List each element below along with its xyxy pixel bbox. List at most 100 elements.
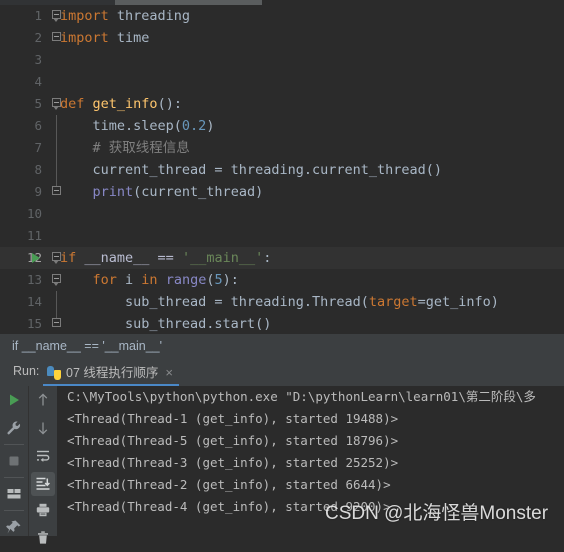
run-tab[interactable]: 07 线程执行顺序 × bbox=[43, 357, 179, 386]
code-text: def get_info(): bbox=[60, 93, 182, 115]
fold-region-line bbox=[56, 159, 57, 181]
code-token: (current_thread) bbox=[133, 184, 264, 200]
watermark: CSDN @北海怪兽Monster bbox=[325, 503, 549, 524]
code-line[interactable]: 2 import time bbox=[0, 27, 564, 49]
code-line[interactable]: 13 for i in range(5): bbox=[0, 269, 564, 291]
modify-run-configuration-button[interactable] bbox=[0, 414, 28, 442]
code-line[interactable]: 15 sub_thread.start() bbox=[0, 313, 564, 333]
code-line[interactable]: 5 def get_info(): bbox=[0, 93, 564, 115]
rerun-button[interactable] bbox=[0, 386, 28, 414]
line-number: 14 bbox=[26, 294, 42, 309]
code-editor[interactable]: 1 import threading 2 import time 3 4 5 def get_… bbox=[0, 5, 564, 333]
code-token: if bbox=[60, 250, 77, 266]
code-line[interactable]: 12 if __name__ == '__main__': bbox=[0, 247, 564, 269]
python-file-icon bbox=[47, 366, 61, 380]
print-button[interactable] bbox=[29, 496, 57, 524]
code-line[interactable]: 7 # 获取线程信息 bbox=[0, 137, 564, 159]
code-token: sub_thread.start() bbox=[60, 316, 272, 332]
code-token: get_info bbox=[92, 96, 158, 112]
code-token: import bbox=[60, 30, 109, 46]
code-line[interactable]: 1 import threading bbox=[0, 5, 564, 27]
toolbar-divider bbox=[4, 444, 24, 445]
code-text: sub_thread = threading.Thread(target=get… bbox=[60, 291, 499, 313]
code-token: time.sleep( bbox=[60, 118, 182, 134]
fold-gutter[interactable] bbox=[50, 71, 64, 93]
code-token: '__main__' bbox=[181, 250, 264, 266]
code-text: # 获取线程信息 bbox=[60, 137, 190, 159]
up-the-stack-trace-button[interactable] bbox=[29, 386, 57, 414]
line-number: 6 bbox=[34, 118, 42, 133]
code-token: in bbox=[141, 272, 158, 288]
code-text: sub_thread.start() bbox=[60, 313, 271, 333]
restore-layout-button[interactable] bbox=[0, 480, 28, 508]
line-number: 10 bbox=[26, 206, 42, 221]
code-line[interactable]: 6 time.sleep(0.2) bbox=[0, 115, 564, 137]
wrench-icon bbox=[0, 414, 28, 442]
run-toolbar-secondary bbox=[28, 386, 57, 544]
line-number: 7 bbox=[34, 140, 42, 155]
line-number: 15 bbox=[26, 316, 42, 331]
stop-button[interactable] bbox=[0, 447, 28, 475]
close-icon[interactable]: × bbox=[165, 358, 173, 387]
code-text: import time bbox=[60, 27, 149, 49]
code-line[interactable]: 3 bbox=[0, 49, 564, 71]
fold-gutter[interactable] bbox=[50, 225, 64, 247]
code-line[interactable]: 8 current_thread = threading.current_thr… bbox=[0, 159, 564, 181]
code-token: import bbox=[60, 8, 109, 24]
code-token: (): bbox=[157, 96, 182, 112]
toolbar-divider bbox=[4, 510, 24, 511]
code-token: =get_info) bbox=[417, 294, 499, 310]
fold-gutter[interactable] bbox=[50, 49, 64, 71]
code-line[interactable]: 4 bbox=[0, 71, 564, 93]
console-line: <Thread(Thread-1 (get_info), started 194… bbox=[67, 411, 399, 426]
stop-square-icon bbox=[0, 447, 28, 475]
soft-wrap-button[interactable] bbox=[29, 442, 57, 470]
code-text: import threading bbox=[60, 5, 190, 27]
code-text: current_thread = threading.current_threa… bbox=[60, 159, 443, 181]
code-token: def bbox=[60, 96, 85, 112]
code-text: if __name__ == '__main__': bbox=[60, 247, 271, 269]
code-token: 5 bbox=[214, 272, 223, 288]
fold-arrow-icon bbox=[53, 106, 59, 110]
play-green-icon bbox=[0, 386, 28, 414]
fold-arrow-icon bbox=[53, 18, 59, 22]
code-token: sub_thread = threading.Thread( bbox=[60, 294, 369, 310]
clear-all-button[interactable] bbox=[29, 524, 57, 552]
fold-arrow-icon bbox=[53, 282, 59, 286]
code-token: : bbox=[263, 250, 272, 266]
arrow-down-icon bbox=[29, 414, 57, 442]
down-the-stack-trace-button[interactable] bbox=[29, 414, 57, 442]
console-line: C:\MyTools\python\python.exe "D:\pythonL… bbox=[67, 389, 536, 404]
layout-icon bbox=[0, 480, 28, 508]
line-number: 11 bbox=[26, 228, 42, 243]
fold-arrow-icon bbox=[53, 260, 59, 264]
code-token: 0.2 bbox=[181, 118, 207, 134]
toolbar-divider bbox=[4, 477, 24, 478]
pin-tab-button[interactable] bbox=[0, 513, 28, 541]
code-line[interactable]: 9 print(current_thread) bbox=[0, 181, 564, 203]
code-token: target bbox=[368, 294, 418, 310]
code-line[interactable]: 11 bbox=[0, 225, 564, 247]
code-token: __name__ == bbox=[76, 250, 182, 266]
console-line: <Thread(Thread-2 (get_info), started 664… bbox=[67, 477, 391, 492]
code-token: range bbox=[165, 272, 207, 288]
code-line[interactable]: 10 bbox=[0, 203, 564, 225]
fold-gutter[interactable] bbox=[50, 203, 64, 225]
gutter-run-icon[interactable] bbox=[32, 253, 40, 263]
pycharm-window: 1 import threading 2 import time 3 4 5 def get_… bbox=[0, 0, 564, 544]
run-tool-window-header: Run: 07 线程执行顺序 × bbox=[0, 357, 564, 386]
soft-wrap-icon bbox=[29, 442, 57, 470]
code-token: ): bbox=[222, 272, 239, 288]
fold-region-line bbox=[56, 115, 57, 137]
scroll-to-end-button[interactable] bbox=[31, 472, 55, 496]
line-number: 8 bbox=[34, 162, 42, 177]
code-line[interactable]: 14 sub_thread = threading.Thread(target=… bbox=[0, 291, 564, 313]
line-number: 9 bbox=[34, 184, 42, 199]
breadcrumb[interactable]: if __name__ == '__main__' bbox=[0, 333, 564, 357]
line-number: 1 bbox=[34, 8, 42, 23]
run-label: Run: bbox=[13, 364, 40, 378]
